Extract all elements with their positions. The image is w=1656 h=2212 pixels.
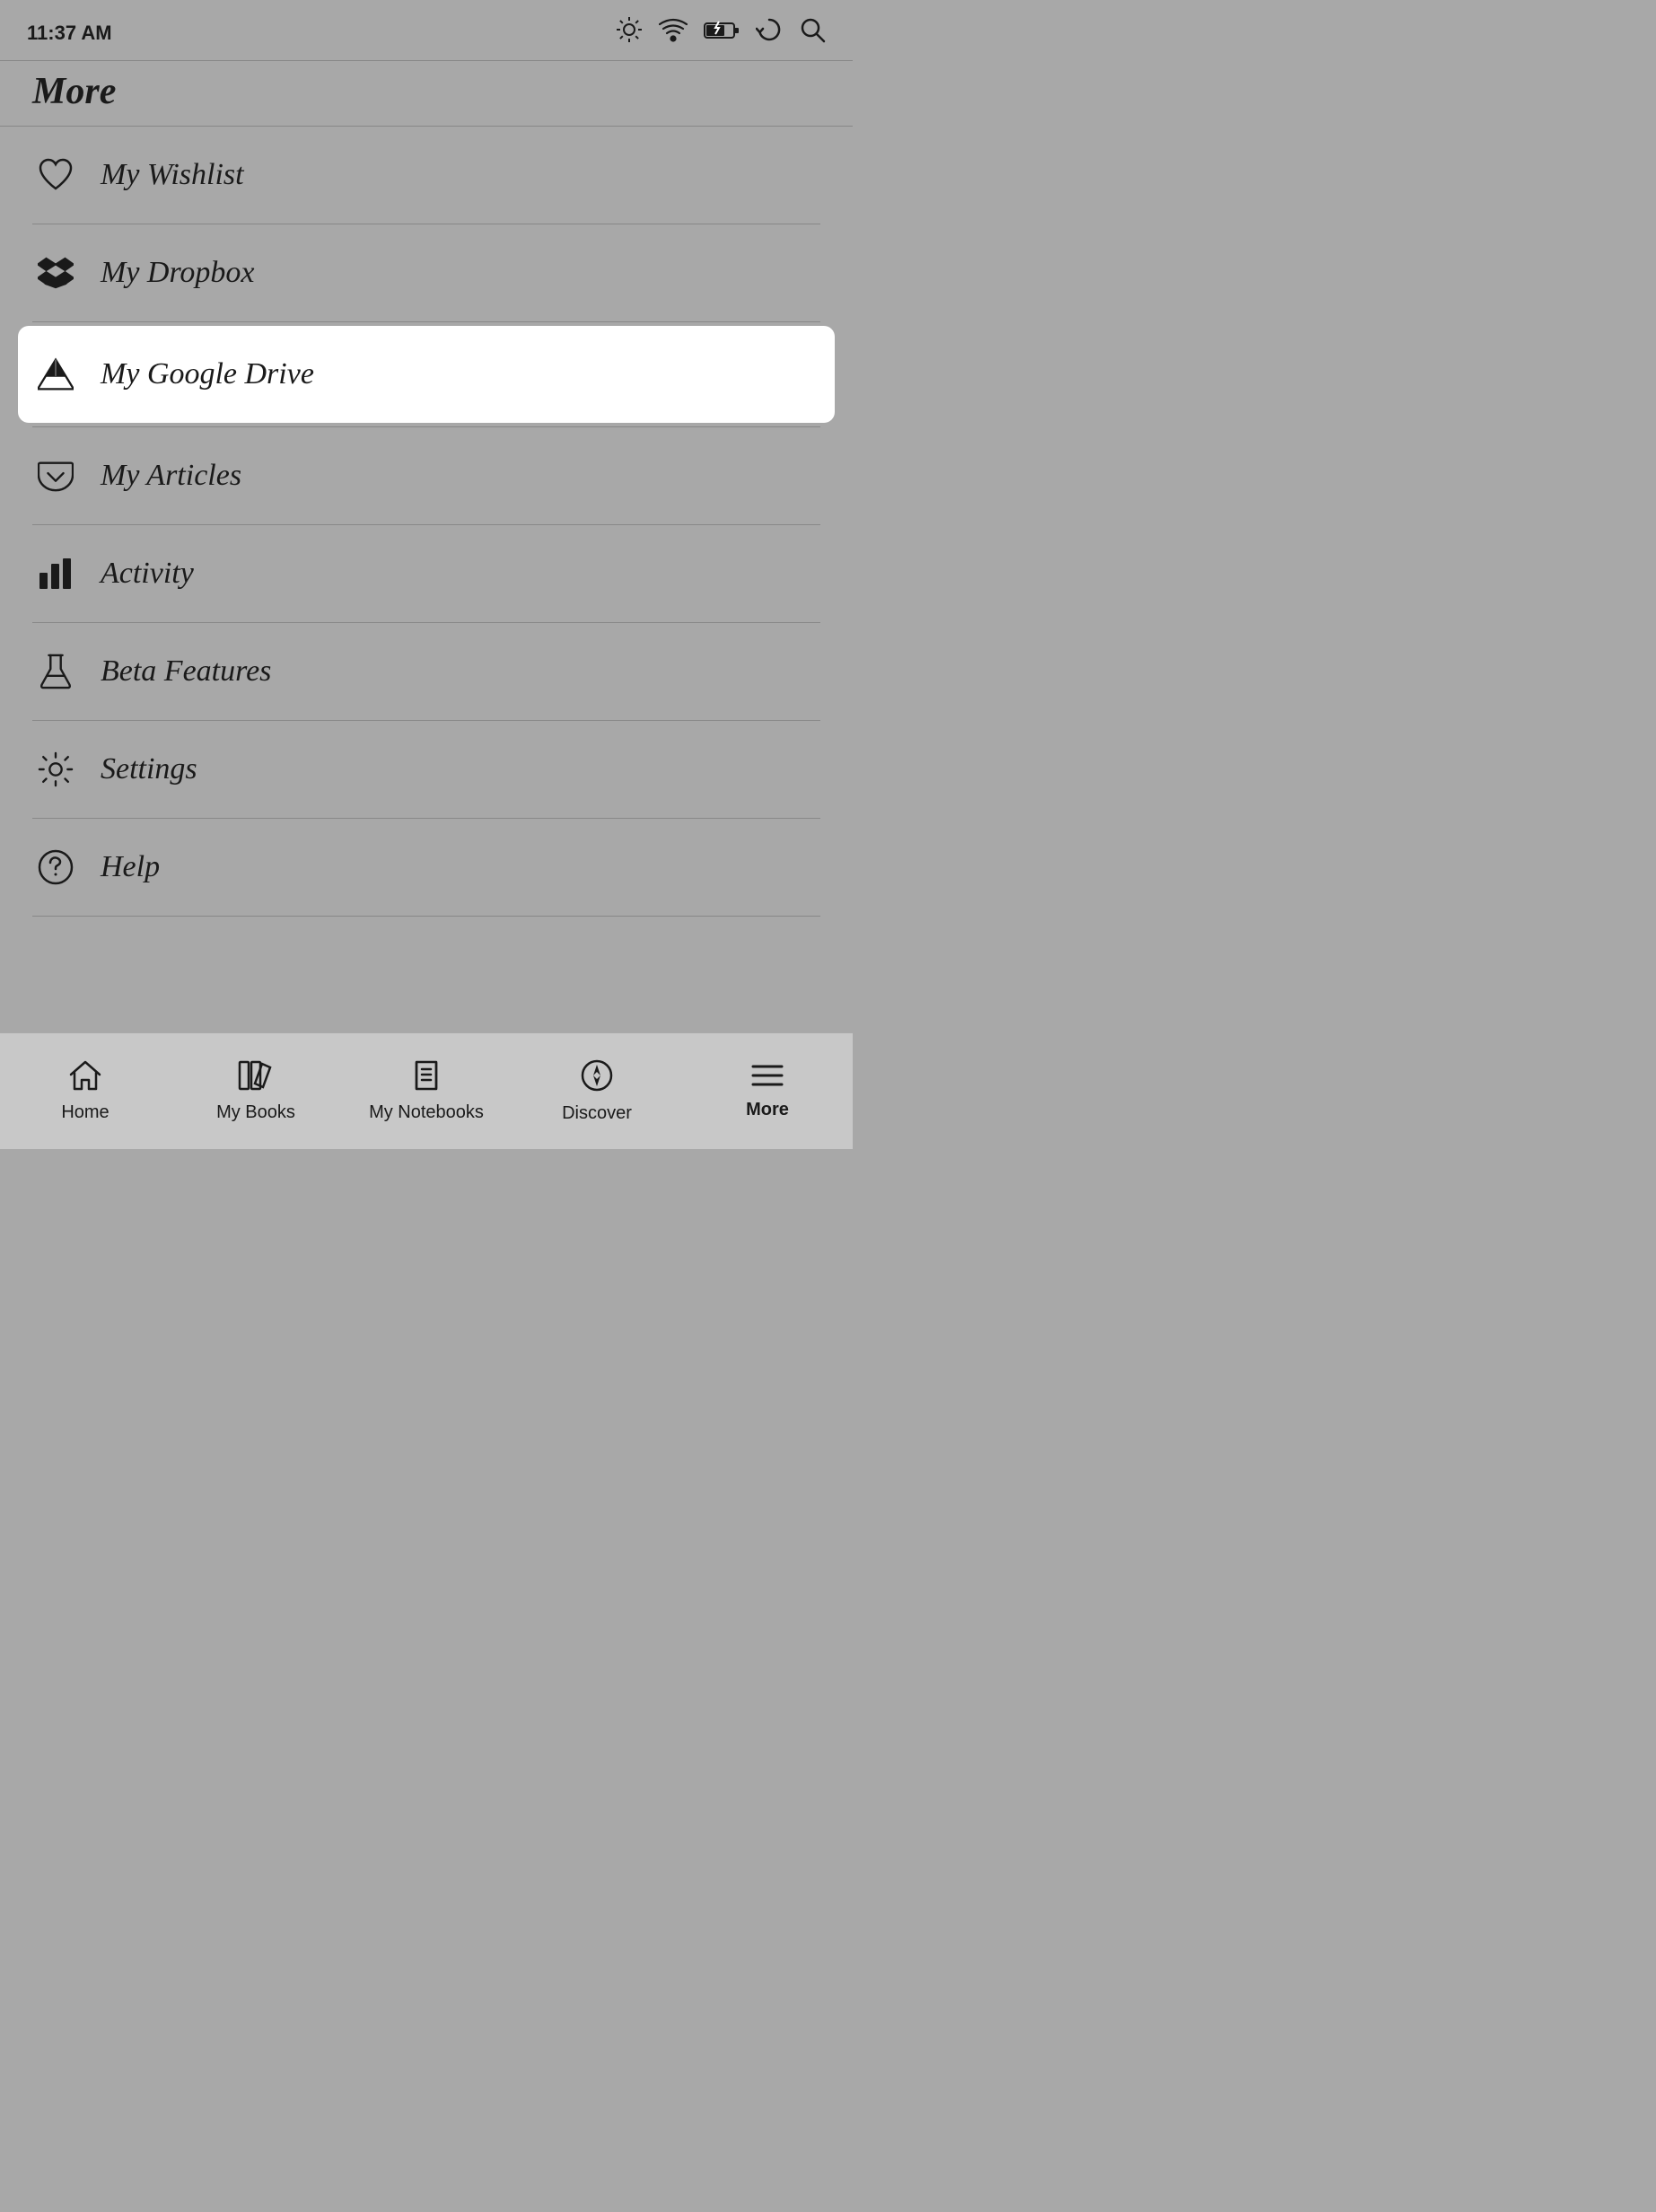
- wishlist-label: My Wishlist: [101, 158, 244, 192]
- dropbox-label: My Dropbox: [101, 256, 255, 290]
- menu-item-settings[interactable]: Settings: [0, 721, 853, 818]
- help-label: Help: [101, 850, 160, 884]
- nav-mynotebooks-label: My Notebooks: [369, 1102, 484, 1123]
- status-time: 11:37 AM: [27, 22, 112, 45]
- dropbox-icon: [32, 250, 79, 296]
- nav-mynotebooks[interactable]: My Notebooks: [341, 1033, 512, 1149]
- googledrive-label: My Google Drive: [101, 357, 314, 391]
- page-title: More: [0, 61, 853, 126]
- menu-item-dropbox[interactable]: My Dropbox: [0, 224, 853, 321]
- divider-dropbox: [32, 321, 820, 322]
- articles-label: My Articles: [101, 459, 241, 493]
- menu-item-googledrive[interactable]: My Google Drive: [18, 326, 835, 423]
- barchart-icon: [32, 550, 79, 597]
- nav-mybooks[interactable]: My Books: [171, 1033, 341, 1149]
- pocket-icon: [32, 452, 79, 499]
- brightness-icon: [616, 16, 643, 49]
- status-bar: 11:37 AM: [0, 0, 853, 60]
- menu-item-activity[interactable]: Activity: [0, 525, 853, 622]
- nav-more-label: More: [746, 1100, 789, 1120]
- beta-label: Beta Features: [101, 654, 271, 689]
- wifi-icon: [659, 17, 688, 48]
- sync-icon: [756, 16, 783, 49]
- nav-home-label: Home: [61, 1102, 109, 1123]
- nav-mybooks-label: My Books: [216, 1102, 295, 1123]
- home-icon: [69, 1060, 101, 1097]
- heart-icon: [32, 152, 79, 198]
- status-icons: [616, 16, 826, 49]
- notebooks-icon: [409, 1060, 443, 1097]
- settings-label: Settings: [101, 752, 197, 786]
- battery-icon: [704, 20, 740, 47]
- nav-discover[interactable]: Discover: [512, 1033, 682, 1149]
- activity-label: Activity: [101, 557, 194, 591]
- nav-discover-label: Discover: [562, 1103, 632, 1124]
- search-icon[interactable]: [799, 16, 826, 49]
- help-icon: [32, 844, 79, 891]
- nav-more[interactable]: More: [682, 1033, 853, 1149]
- compass-icon: [581, 1059, 613, 1098]
- divider-help: [32, 916, 820, 917]
- menu-icon: [751, 1063, 784, 1094]
- menu-item-help[interactable]: Help: [0, 819, 853, 916]
- menu-item-articles[interactable]: My Articles: [0, 427, 853, 524]
- bottom-nav: Home My Books My Notebooks: [0, 1032, 853, 1149]
- nav-home[interactable]: Home: [0, 1033, 171, 1149]
- menu-item-beta[interactable]: Beta Features: [0, 623, 853, 720]
- gear-icon: [32, 746, 79, 793]
- books-icon: [238, 1060, 274, 1097]
- flask-icon: [32, 648, 79, 695]
- menu-item-wishlist[interactable]: My Wishlist: [0, 127, 853, 224]
- gdrive-icon: [32, 351, 79, 398]
